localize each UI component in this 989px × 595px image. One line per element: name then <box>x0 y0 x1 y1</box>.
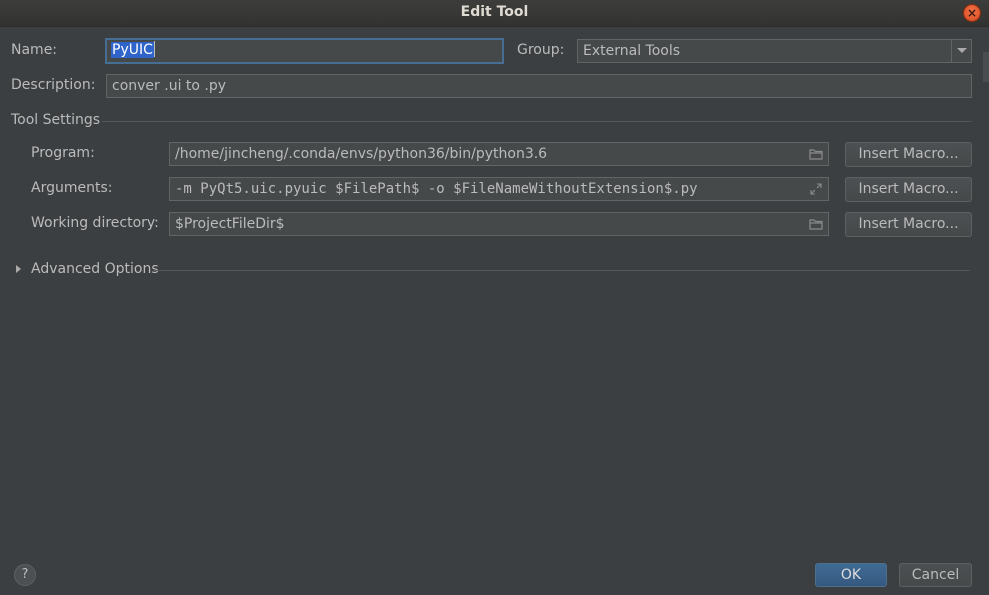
folder-icon[interactable] <box>808 146 824 162</box>
description-input[interactable]: conver .ui to .py <box>106 74 972 98</box>
group-select-value: External Tools <box>583 43 681 59</box>
tool-settings-title: Tool Settings <box>11 112 101 128</box>
insert-macro-working-directory-button[interactable]: Insert Macro... <box>845 212 972 237</box>
program-label: Program: <box>31 145 95 161</box>
name-input-value: PyUIC <box>111 42 154 58</box>
program-input-value: /home/jincheng/.conda/envs/python36/bin/… <box>175 146 548 162</box>
group-label: Group: <box>517 42 565 58</box>
ok-button[interactable]: OK <box>815 563 887 587</box>
working-directory-label: Working directory: <box>31 215 159 231</box>
tool-settings-divider <box>102 121 972 122</box>
program-input[interactable]: /home/jincheng/.conda/envs/python36/bin/… <box>169 142 829 166</box>
working-directory-input[interactable]: $ProjectFileDir$ <box>169 212 829 236</box>
arguments-label: Arguments: <box>31 180 113 196</box>
help-icon[interactable]: ? <box>14 564 36 586</box>
arguments-input[interactable]: -m PyQt5.uic.pyuic $FilePath$ -o $FileNa… <box>169 177 829 201</box>
working-directory-input-value: $ProjectFileDir$ <box>175 216 285 232</box>
edge-strip <box>983 52 989 82</box>
name-label: Name: <box>11 42 58 58</box>
advanced-options-toggle[interactable]: Advanced Options <box>31 261 159 277</box>
cancel-button[interactable]: Cancel <box>899 563 972 587</box>
folder-icon[interactable] <box>808 216 824 232</box>
group-select[interactable]: External Tools <box>577 39 972 63</box>
title-bar: Edit Tool × <box>0 0 989 27</box>
text-caret <box>153 41 155 57</box>
insert-macro-arguments-button[interactable]: Insert Macro... <box>845 177 972 202</box>
dialog-title: Edit Tool <box>460 4 529 20</box>
advanced-options-divider <box>153 270 970 271</box>
close-icon[interactable]: × <box>964 5 980 21</box>
chevron-down-icon[interactable] <box>951 40 971 62</box>
edit-tool-dialog: Edit Tool × Name: PyUIC Group: External … <box>0 0 989 595</box>
description-label: Description: <box>11 77 96 93</box>
chevron-right-icon[interactable] <box>16 265 21 273</box>
arguments-input-value: -m PyQt5.uic.pyuic $FilePath$ -o $FileNa… <box>175 181 698 197</box>
expand-icon[interactable] <box>808 181 824 197</box>
insert-macro-program-button[interactable]: Insert Macro... <box>845 142 972 167</box>
description-input-value: conver .ui to .py <box>112 78 227 94</box>
name-input[interactable]: PyUIC <box>105 38 504 64</box>
